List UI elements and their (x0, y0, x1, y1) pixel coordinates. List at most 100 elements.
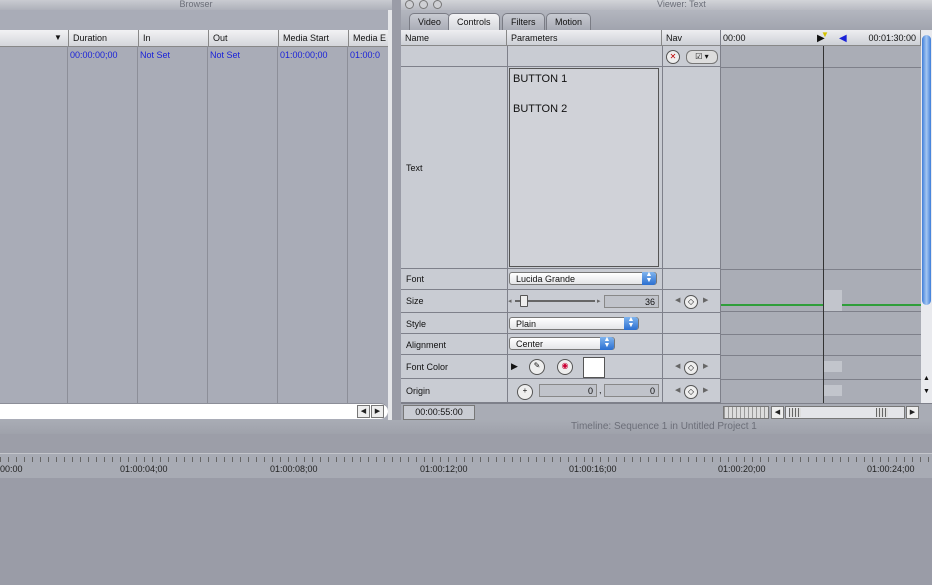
scroll-left-icon[interactable]: ◀ (357, 405, 370, 418)
ruler-label: 01:00:16;00 (569, 464, 617, 474)
font-color-label: Font Color (406, 362, 449, 372)
size-slider-thumb[interactable] (520, 295, 528, 307)
tab-motion[interactable]: Motion (546, 13, 592, 30)
playhead-shade (824, 385, 842, 396)
current-timecode[interactable]: 00:00:55:00 (403, 405, 475, 420)
column-duration[interactable]: Duration (68, 30, 138, 46)
viewer-titlebar: Viewer: Text (401, 0, 932, 10)
add-keyframe-icon[interactable]: ◇ (684, 295, 698, 309)
size-slider[interactable] (515, 295, 595, 307)
graph-row-line (721, 313, 921, 335)
tab-filters[interactable]: Filters (502, 13, 545, 30)
cell-media-end[interactable]: 01:00:0 (350, 50, 380, 60)
header-parameters: Parameters (507, 30, 662, 46)
browser-window: Browser ▼ Duration In Out Media Start Me… (0, 0, 392, 420)
ruler-label: 00:00 (0, 464, 23, 474)
sort-triangle-icon[interactable]: ▼ (54, 30, 62, 46)
scroll-thumb[interactable] (922, 35, 931, 305)
timeline-tracks-area[interactable] (0, 478, 932, 585)
browser-title: Browser (0, 0, 392, 10)
column-in[interactable]: In (138, 30, 208, 46)
cell-duration[interactable]: 00:00:00;00 (70, 50, 118, 60)
tab-video[interactable]: Video (409, 13, 450, 30)
timeline-ruler[interactable]: 00:00 01:00:04;00 01:00:08;00 01:00:12;0… (0, 453, 932, 479)
next-keyframe-icon[interactable]: ▶ (703, 386, 708, 394)
prev-keyframe-icon[interactable]: ◀ (675, 296, 680, 304)
next-keyframe-icon[interactable]: ▶ (703, 362, 708, 370)
browser-edge (388, 10, 392, 420)
column-media-end[interactable]: Media E (348, 30, 392, 46)
ruler-label: 01:00:12;00 (420, 464, 468, 474)
style-select[interactable]: Plain ▲ ▼ (509, 316, 639, 330)
disclosure-triangle-icon[interactable]: ▶ (511, 361, 518, 372)
keyframe-graph-area[interactable] (721, 46, 921, 404)
font-color-keyframe-track[interactable] (721, 355, 921, 380)
select-arrows-icon: ▲ ▼ (624, 316, 638, 330)
browser-horizontal-scrollbar[interactable]: ◀ ▶ (0, 403, 388, 419)
text-entry-field[interactable]: BUTTON 1 BUTTON 2 (509, 68, 659, 267)
size-value-line (721, 304, 921, 306)
close-window-icon[interactable] (405, 0, 414, 9)
next-keyframe-icon[interactable]: ▶ (703, 296, 708, 304)
prev-keyframe-icon[interactable]: ◀ (675, 386, 680, 394)
font-color-swatch[interactable] (583, 357, 605, 378)
alignment-select[interactable]: Center ▲ ▼ (509, 336, 615, 350)
out-point-icon[interactable]: ◀ (839, 31, 847, 47)
eyedropper-icon[interactable]: ✎ (529, 359, 545, 375)
color-wheel-icon[interactable]: ◉ (557, 359, 573, 375)
zoom-window-icon[interactable] (433, 0, 442, 9)
add-keyframe-icon[interactable]: ◇ (684, 361, 698, 375)
origin-x-field[interactable]: 0 (539, 384, 597, 397)
column-divider (277, 46, 278, 403)
ruler-label: 01:00:08;00 (270, 464, 318, 474)
cell-media-start[interactable]: 01:00:00;00 (280, 50, 328, 60)
scroll-thumb[interactable] (789, 408, 801, 417)
size-value-field[interactable]: 36 (604, 295, 659, 308)
slider-left-icon[interactable]: ◂ (508, 297, 512, 305)
minimize-window-icon[interactable] (419, 0, 428, 9)
column-out[interactable]: Out (208, 30, 278, 46)
cell-out[interactable]: Not Set (210, 50, 240, 60)
slider-right-icon[interactable]: ▸ (597, 297, 601, 305)
tab-controls[interactable]: Controls (448, 13, 500, 30)
viewer-title: Viewer: Text (657, 0, 706, 9)
param-menu-button[interactable]: ☑ ▾ (686, 50, 718, 64)
cell-in[interactable]: Not Set (140, 50, 170, 60)
scroll-left-icon[interactable]: ◀ (771, 406, 784, 419)
origin-separator: , (599, 385, 602, 395)
select-arrows-icon: ▲ ▼ (600, 336, 614, 350)
playhead-marker-icon: ▼ (821, 30, 829, 39)
font-label: Font (406, 274, 425, 284)
origin-y-field[interactable]: 0 (604, 384, 659, 397)
keyframe-ruler[interactable]: 00:00 00:01:30:00 ▶ ▼ ◀ (721, 30, 921, 46)
scroll-up-icon[interactable]: ▲ (923, 375, 930, 382)
font-color-row: Font Color ▶ ✎ ◉ ◀ ◇ ▶ (401, 355, 721, 379)
column-media-start[interactable]: Media Start (278, 30, 348, 46)
reset-icon[interactable]: ✕ (666, 50, 680, 64)
column-name[interactable]: ▼ (0, 30, 68, 46)
graph-row-line (721, 268, 921, 270)
zoom-slider[interactable] (723, 406, 769, 419)
ruler-start: 00:00 (723, 33, 746, 43)
font-select[interactable]: Lucida Grande ▲ ▼ (509, 271, 657, 285)
add-keyframe-icon[interactable]: ◇ (684, 385, 698, 399)
viewer-vertical-scrollbar[interactable]: ▲ ▼ (921, 30, 932, 404)
size-keyframe-track[interactable] (721, 290, 921, 312)
crosshair-icon[interactable]: + (517, 384, 533, 400)
ruler-label: 01:00:24;00 (867, 464, 915, 474)
playhead-shade (824, 290, 842, 311)
origin-keyframe-track[interactable] (721, 379, 921, 404)
prev-keyframe-icon[interactable]: ◀ (675, 362, 680, 370)
graph-row-line (721, 334, 921, 356)
keyframe-horizontal-scrollbar[interactable] (785, 406, 905, 419)
timeline-window: Timeline: Sequence 1 in Untitled Project… (0, 420, 932, 585)
scroll-right-icon[interactable]: ▶ (906, 406, 919, 419)
alignment-row: Alignment Center ▲ ▼ (401, 334, 721, 355)
scroll-down-icon[interactable]: ▼ (923, 388, 930, 395)
viewer-window: Viewer: Text Video Controls Filters Moti… (401, 0, 932, 421)
reset-row: ✕ ☑ ▾ (401, 46, 721, 67)
scroll-right-icon[interactable]: ▶ (371, 405, 384, 418)
scroll-thumb[interactable] (876, 408, 888, 417)
column-divider (507, 46, 508, 403)
size-row: Size ◂ ▸ 36 ◀ ◇ ▶ (401, 290, 721, 313)
